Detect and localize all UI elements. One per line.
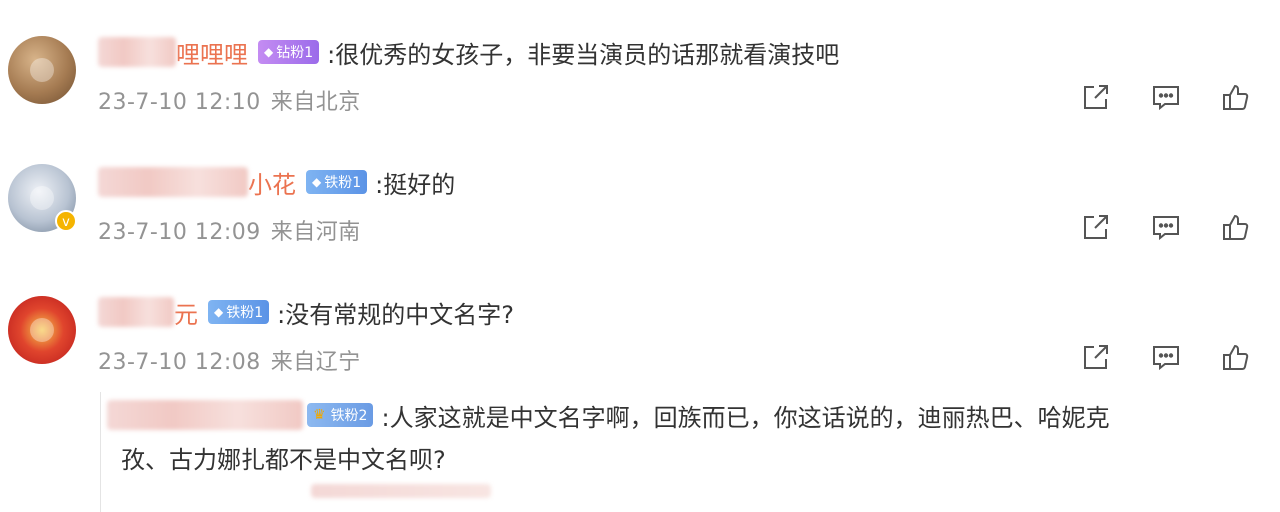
comment-actions	[1080, 81, 1252, 113]
comment-date: 23-7-10 12:08	[98, 350, 261, 375]
username-blurred	[107, 400, 303, 430]
reply-item: ♛ 铁粉2 :人家这就是中文名字啊，回族而已，你这话说的，迪丽热巴、哈妮克 孜、古…	[100, 392, 1271, 512]
comment-date: 23-7-10 12:09	[98, 220, 261, 245]
share-icon[interactable]	[1080, 211, 1112, 243]
reply-text: :人家这就是中文名字啊，回族而已，你这话说的，迪丽热巴、哈妮克	[381, 403, 1110, 432]
comment-actions	[1080, 341, 1252, 373]
fan-badge: ◆ 钻粉1	[258, 40, 320, 64]
comment-meta: 23-7-10 12:09 来自河南	[98, 214, 361, 246]
username[interactable]: 元	[174, 295, 198, 330]
comment-text: :挺好的	[375, 170, 456, 199]
comment-meta: 23-7-10 12:10 来自北京	[98, 84, 361, 116]
verified-badge-icon: v	[55, 210, 77, 232]
username[interactable]: 小花	[248, 165, 296, 200]
comment-actions	[1080, 211, 1252, 243]
comment-header: 元 ◆ 铁粉1 :没有常规的中文名字?	[98, 295, 514, 329]
next-reply-blurred	[311, 484, 491, 498]
diamond-icon: ◆	[214, 305, 224, 319]
fan-badge-label: 铁粉1	[324, 175, 362, 191]
comment-location: 来自辽宁	[270, 350, 361, 375]
fan-badge: ◆ 铁粉1	[208, 300, 270, 324]
fan-badge: ◆ 铁粉1	[306, 170, 368, 194]
avatar[interactable]	[8, 296, 76, 364]
crown-icon: ♛	[313, 407, 326, 423]
fan-badge-label: 铁粉1	[226, 305, 264, 321]
comment-icon[interactable]	[1150, 341, 1182, 373]
comment-text: :没有常规的中文名字?	[277, 300, 514, 329]
username-blurred	[98, 167, 248, 197]
fan-badge-label: 钻粉1	[276, 45, 314, 61]
reply-text-continued: 孜、古力娜扎都不是中文名呗?	[121, 446, 446, 474]
like-icon[interactable]	[1220, 81, 1252, 113]
share-icon[interactable]	[1080, 81, 1112, 113]
username-blurred	[98, 37, 176, 67]
comment-text: :很优秀的女孩子，非要当演员的话那就看演技吧	[327, 40, 840, 69]
comment-icon[interactable]	[1150, 211, 1182, 243]
comment-header: 小花 ◆ 铁粉1 :挺好的	[98, 165, 455, 199]
comment-date: 23-7-10 12:10	[98, 90, 261, 115]
comment-icon[interactable]	[1150, 81, 1182, 113]
comment-location: 来自河南	[270, 220, 361, 245]
comment-header: 哩哩哩 ◆ 钻粉1 :很优秀的女孩子，非要当演员的话那就看演技吧	[98, 35, 839, 69]
share-icon[interactable]	[1080, 341, 1112, 373]
username-blurred	[98, 297, 174, 327]
avatar[interactable]	[8, 36, 76, 104]
comment-meta: 23-7-10 12:08 来自辽宁	[98, 344, 361, 376]
like-icon[interactable]	[1220, 211, 1252, 243]
comment-location: 来自北京	[270, 90, 361, 115]
fan-badge: ♛ 铁粉2	[307, 403, 374, 427]
like-icon[interactable]	[1220, 341, 1252, 373]
diamond-icon: ◆	[312, 175, 322, 189]
fan-badge-label: 铁粉2	[330, 408, 368, 424]
diamond-icon: ◆	[264, 45, 274, 59]
reply-header: ♛ 铁粉2 :人家这就是中文名字啊，回族而已，你这话说的，迪丽热巴、哈妮克	[101, 398, 1110, 432]
username[interactable]: 哩哩哩	[176, 35, 248, 70]
